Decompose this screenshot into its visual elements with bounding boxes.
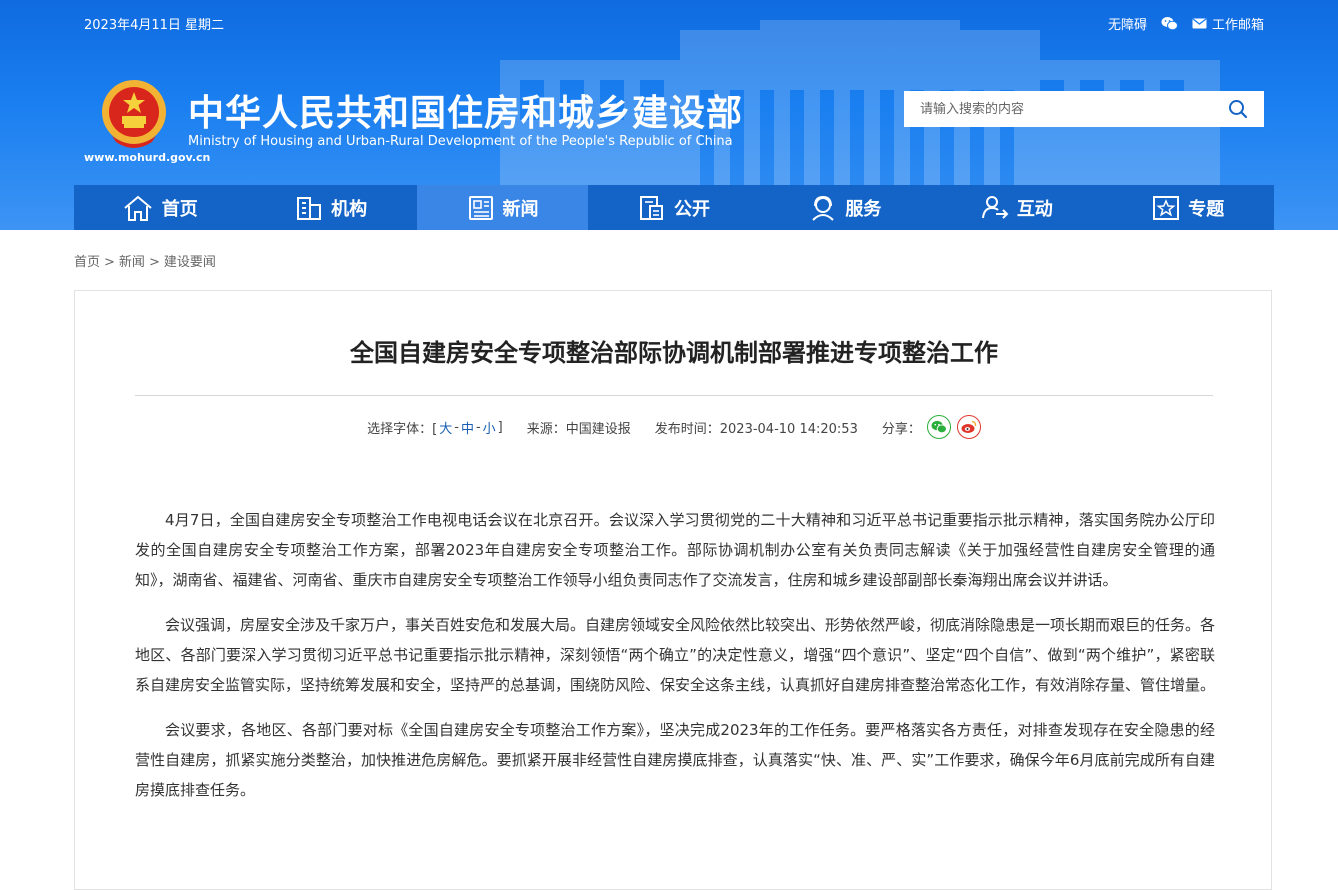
article-container: 全国自建房安全专项整治部际协调机制部署推进专项整治工作 选择字体：[ 大 - 中… — [74, 290, 1272, 890]
building-icon — [297, 196, 322, 220]
nav-item-organization[interactable]: 机构 — [245, 185, 416, 230]
mail-icon — [1192, 18, 1207, 29]
article-source: 来源：中国建设报 — [526, 421, 631, 437]
wechat-icon — [931, 420, 947, 434]
nav-label: 服务 — [845, 198, 882, 220]
nav-label: 公开 — [673, 198, 710, 220]
breadcrumb-home[interactable]: 首页 — [74, 255, 100, 270]
wechat-icon — [1161, 17, 1178, 31]
article-title: 全国自建房安全专项整治部际协调机制部署推进专项整治工作 — [350, 339, 998, 367]
breadcrumb-news[interactable]: 新闻 — [119, 255, 145, 270]
work-mail-label: 工作邮箱 — [1211, 18, 1264, 33]
nav-label: 新闻 — [502, 198, 539, 220]
nav-label: 机构 — [331, 198, 368, 220]
site-header: 2023年4月11日 星期二 无障碍 工作邮箱 www.mohurd.gov.c… — [0, 0, 1338, 230]
search-input[interactable] — [904, 92, 1212, 126]
search-icon — [1229, 100, 1248, 119]
nav-item-news[interactable]: 新闻 — [416, 185, 589, 230]
nav-label: 首页 — [161, 198, 198, 220]
breadcrumb-current[interactable]: 建设要闻 — [164, 255, 216, 270]
site-title[interactable]: 中华人民共和国住房和城乡建设部 — [188, 84, 743, 136]
main-nav: 首页 机构 新闻 公开 服务 互动 专题 — [74, 185, 1274, 230]
nav-item-public[interactable]: 公开 — [588, 185, 759, 230]
nav-item-special[interactable]: 专题 — [1103, 185, 1274, 230]
wechat-link[interactable] — [1161, 16, 1178, 31]
article-paragraph: 会议强调，房屋安全涉及千家万户，事关百姓安危和发展大局。自建房领域安全风险依然比… — [135, 616, 1216, 694]
breadcrumb-separator: > — [104, 255, 115, 270]
work-mail-link[interactable]: 工作邮箱 — [1192, 14, 1264, 33]
nav-label: 互动 — [1016, 198, 1053, 220]
current-date: 2023年4月11日 星期二 — [84, 18, 225, 33]
top-links: 无障碍 工作邮箱 — [1108, 14, 1264, 33]
news-icon — [468, 195, 493, 220]
search-button[interactable] — [1212, 91, 1264, 127]
breadcrumb-separator: > — [148, 255, 160, 270]
site-title-english: Ministry of Housing and Urban-Rural Deve… — [188, 134, 733, 149]
title-divider — [135, 395, 1213, 396]
font-size-medium[interactable]: 中 — [461, 418, 474, 437]
search-box — [904, 91, 1264, 127]
font-size-small[interactable]: 小 — [483, 418, 496, 437]
site-domain: www.mohurd.gov.cn — [84, 151, 211, 164]
weibo-icon — [961, 420, 977, 433]
font-size-label: 选择字体：[ — [367, 421, 438, 437]
article-meta: 选择字体：[ 大 - 中 - 小 ] 来源：中国建设报 发布时间：2023-04… — [75, 415, 1273, 439]
document-icon — [639, 195, 663, 220]
national-emblem-icon[interactable] — [100, 78, 168, 150]
nav-item-home[interactable]: 首页 — [74, 185, 245, 230]
share-wechat-button[interactable] — [926, 415, 951, 439]
font-size-selector: 选择字体：[ 大 - 中 - 小 ] — [367, 418, 503, 437]
home-icon — [124, 195, 152, 221]
article-paragraph: 4月7日，全国自建房安全专项整治工作电视电话会议在北京召开。会议深入学习贯彻党的… — [135, 511, 1215, 589]
font-size-close: ] — [497, 419, 503, 435]
interaction-icon — [981, 195, 1009, 219]
share-weibo-button[interactable] — [956, 415, 981, 439]
share-group: 分享： — [882, 415, 981, 439]
share-label: 分享： — [881, 421, 921, 437]
article-body: 4月7日，全国自建房安全专项整治工作电视电话会议在北京召开。会议深入学习贯彻党的… — [135, 505, 1215, 820]
nav-item-interaction[interactable]: 互动 — [931, 185, 1102, 230]
accessibility-link[interactable]: 无障碍 — [1108, 14, 1147, 33]
font-size-dash: - — [475, 419, 481, 435]
nav-label: 专题 — [1188, 198, 1225, 220]
service-icon — [812, 195, 835, 221]
publish-time: 发布时间：2023-04-10 14:20:53 — [654, 421, 858, 437]
font-size-large[interactable]: 大 — [439, 418, 452, 437]
breadcrumb: 首页 > 新闻 > 建设要闻 — [74, 251, 216, 270]
font-size-dash: - — [454, 419, 459, 435]
article-paragraph: 会议要求，各地区、各部门要对标《全国自建房安全专项整治工作方案》，坚决完成202… — [135, 721, 1215, 799]
star-icon — [1153, 195, 1180, 220]
nav-item-service[interactable]: 服务 — [760, 185, 931, 230]
